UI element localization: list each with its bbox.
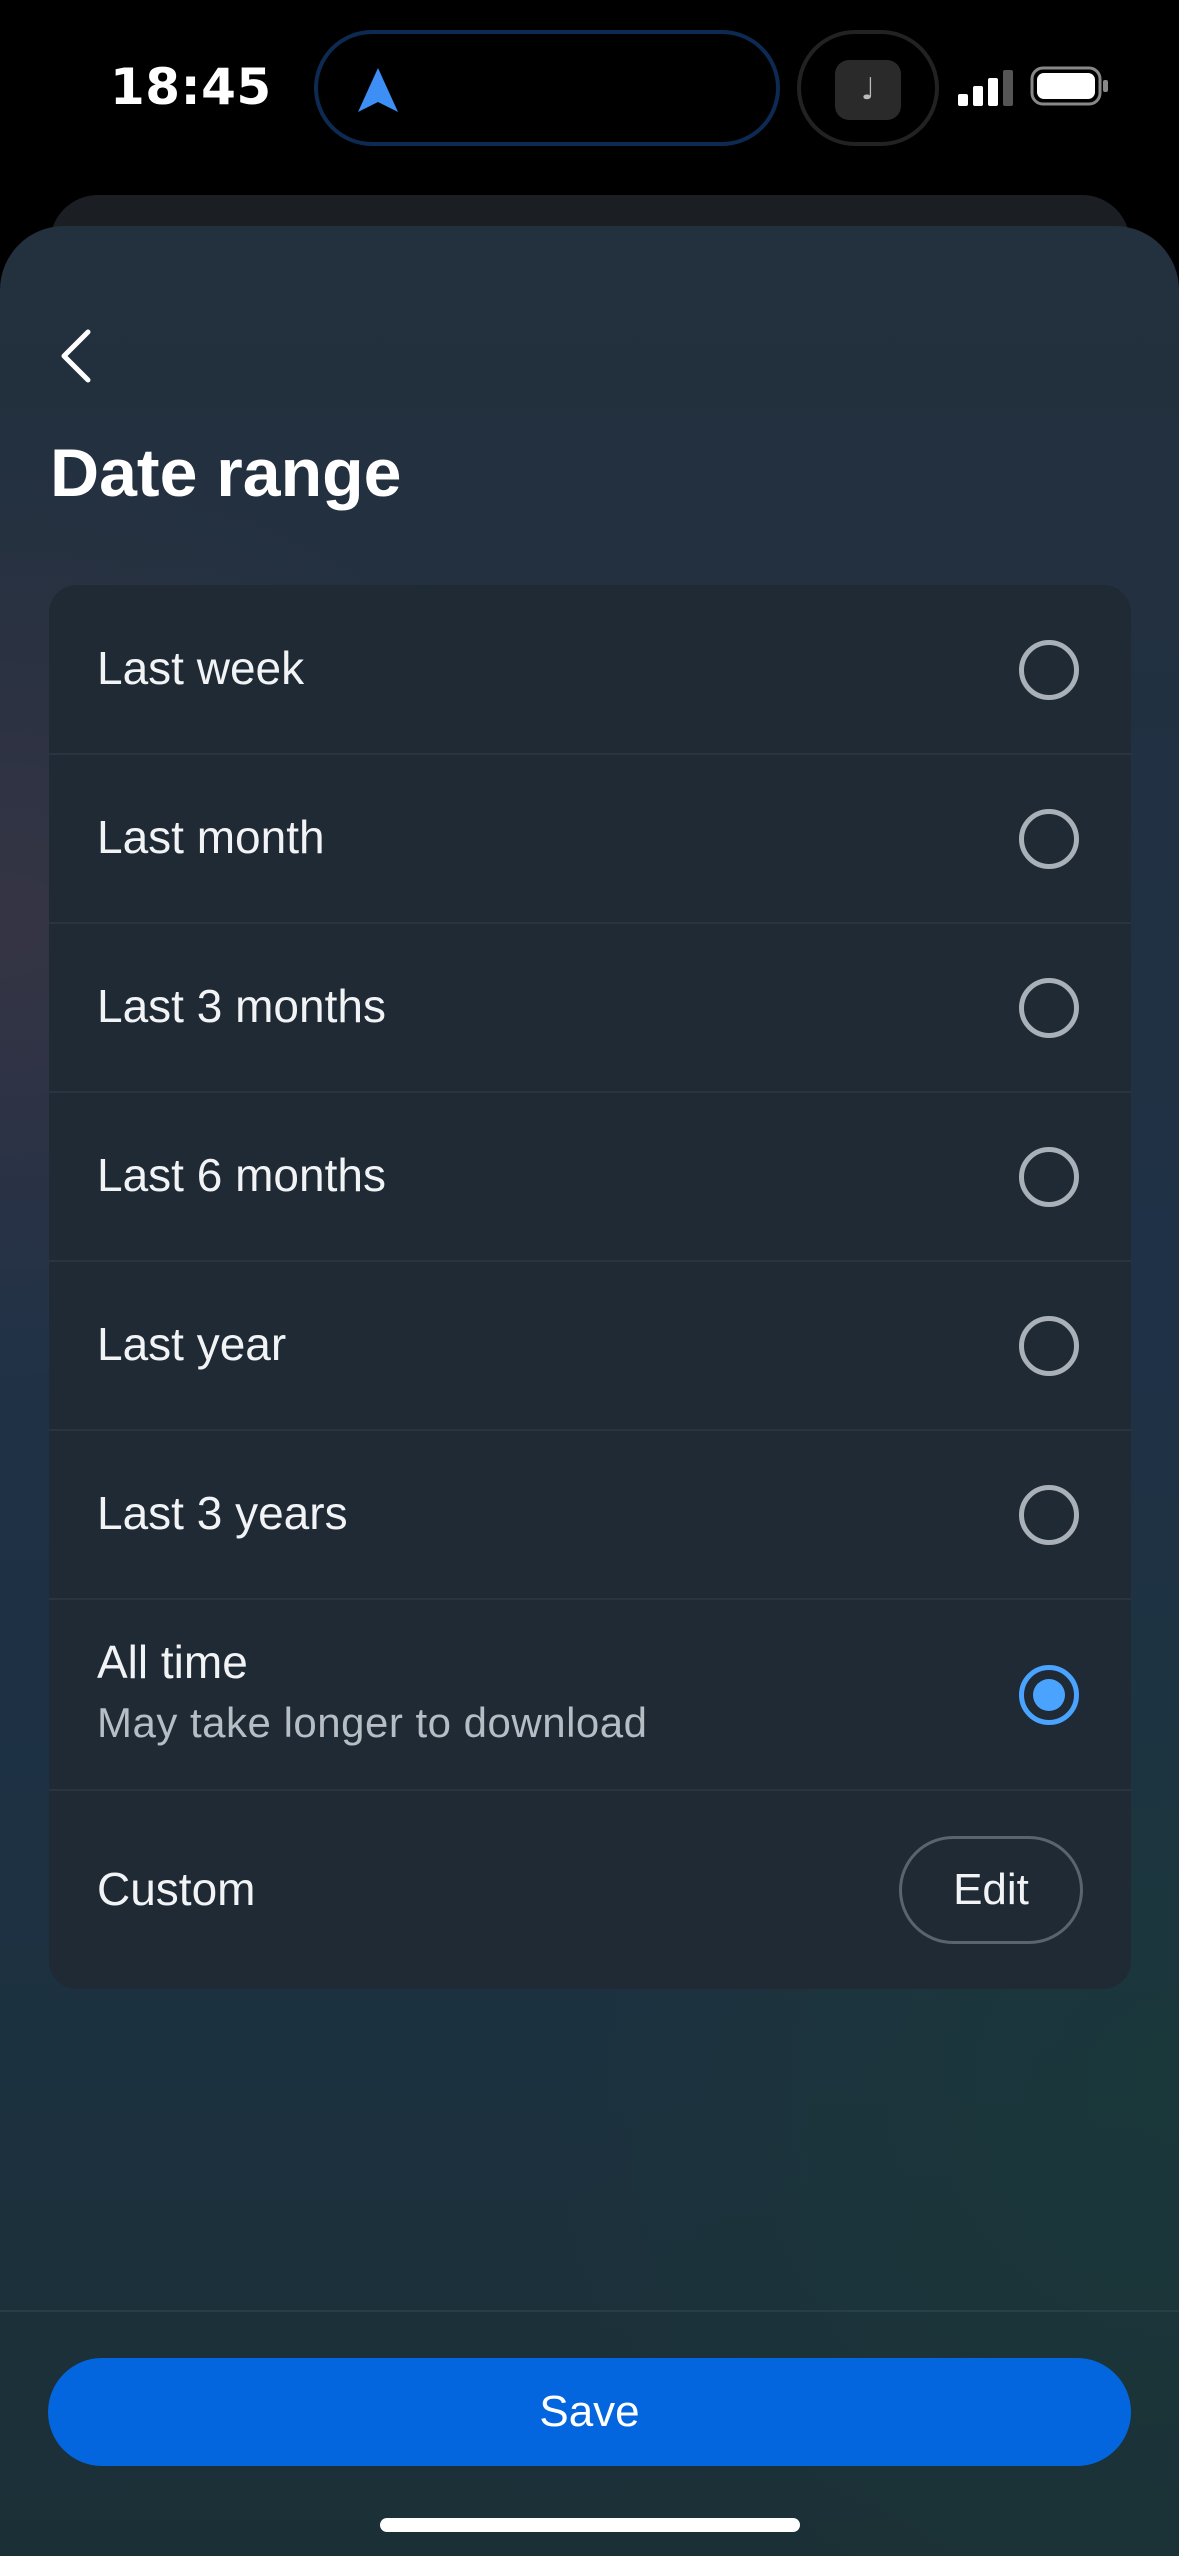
music-note-icon: ♩: [835, 60, 901, 120]
radio-unselected[interactable]: [1019, 978, 1079, 1038]
dynamic-island-navigation[interactable]: [314, 30, 780, 146]
page-title: Date range: [50, 435, 402, 511]
date-range-sheet: Date range Last week Last month Last 3 m…: [0, 226, 1179, 2556]
option-last-week[interactable]: Last week: [49, 585, 1131, 755]
option-all-time[interactable]: All time May take longer to download: [49, 1599, 1131, 1791]
status-time: 18:45: [110, 58, 272, 116]
radio-selected[interactable]: [1019, 1665, 1079, 1725]
radio-unselected[interactable]: [1019, 640, 1079, 700]
save-button[interactable]: Save: [48, 2358, 1131, 2466]
back-button[interactable]: [40, 320, 112, 392]
option-label: Last 6 months: [97, 1149, 386, 1201]
option-custom: Custom Edit: [49, 1790, 1131, 1989]
option-label: Last month: [97, 811, 325, 863]
cellular-signal-icon: [958, 70, 1013, 106]
radio-dot-icon: [1033, 1679, 1065, 1711]
radio-unselected[interactable]: [1019, 1316, 1079, 1376]
option-label: Last 3 months: [97, 980, 386, 1032]
navigation-arrow-icon: [358, 68, 398, 112]
option-last-month[interactable]: Last month: [49, 754, 1131, 924]
option-last-3-months[interactable]: Last 3 months: [49, 923, 1131, 1093]
radio-unselected[interactable]: [1019, 809, 1079, 869]
dynamic-island-media[interactable]: ♩: [797, 30, 939, 146]
date-range-options: Last week Last month Last 3 months Last …: [49, 585, 1131, 1989]
option-label: Last 3 years: [97, 1487, 348, 1539]
option-label: Custom: [97, 1863, 256, 1915]
option-label: All time: [97, 1636, 248, 1688]
radio-unselected[interactable]: [1019, 1147, 1079, 1207]
option-subtitle: May take longer to download: [97, 1699, 648, 1746]
option-last-3-years[interactable]: Last 3 years: [49, 1430, 1131, 1600]
option-last-year[interactable]: Last year: [49, 1261, 1131, 1431]
status-bar: 18:45 ♩: [0, 0, 1179, 180]
footer-divider: [0, 2310, 1179, 2312]
option-last-6-months[interactable]: Last 6 months: [49, 1092, 1131, 1262]
home-indicator[interactable]: [380, 2518, 800, 2532]
option-label: Last year: [97, 1318, 287, 1370]
option-label: Last week: [97, 642, 305, 694]
screen: 18:45 ♩ Date range Last week Last month …: [0, 0, 1179, 2556]
radio-unselected[interactable]: [1019, 1485, 1079, 1545]
battery-icon: [1030, 66, 1108, 106]
chevron-left-icon: [61, 329, 91, 383]
edit-button[interactable]: Edit: [899, 1836, 1083, 1944]
